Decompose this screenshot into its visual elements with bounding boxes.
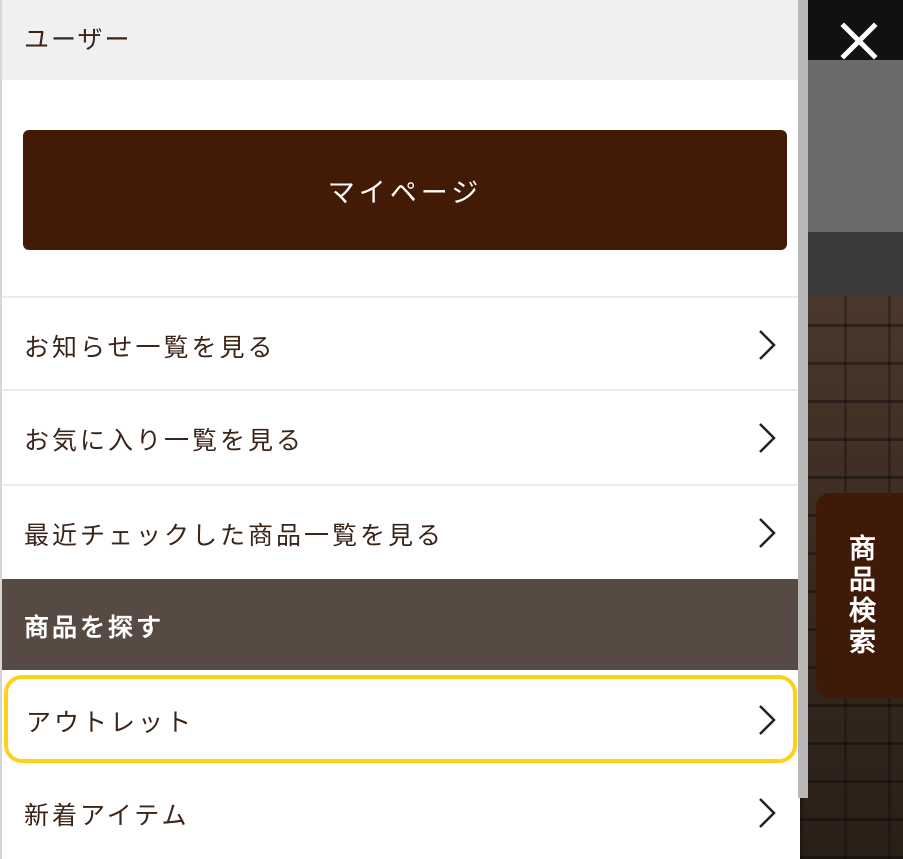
background-strip <box>800 232 903 296</box>
product-search-tab[interactable]: 商品検索 <box>816 493 903 698</box>
chevron-right-icon <box>759 518 776 548</box>
chevron-right-icon <box>759 798 776 828</box>
background-page <box>800 0 903 859</box>
user-section-header: ユーザー <box>2 0 800 80</box>
product-search-section-header: 商品を探す <box>2 579 802 670</box>
menu-item-label: お気に入り一覧を見る <box>24 426 305 455</box>
menu-item-recently-viewed[interactable]: 最近チェックした商品一覧を見る <box>2 484 800 577</box>
drawer-scrollbar[interactable] <box>798 0 808 798</box>
close-button[interactable] <box>826 14 890 70</box>
background-banner <box>800 60 903 232</box>
chevron-right-icon <box>759 330 776 360</box>
section-title: 商品を探す <box>24 613 165 642</box>
mypage-button[interactable]: マイページ <box>23 130 787 250</box>
close-icon <box>840 22 878 60</box>
menu-item-favorites[interactable]: お気に入り一覧を見る <box>2 389 800 482</box>
side-drawer: ユーザー マイページ お知らせ一覧を見る お気に入り一覧を見る 最近チェックした… <box>0 0 802 859</box>
menu-item-label: お知らせ一覧を見る <box>24 333 276 362</box>
menu-item-label: 新着アイテム <box>24 801 190 830</box>
chevron-right-icon <box>759 423 776 453</box>
menu-item-outlet[interactable]: アウトレット <box>4 675 797 763</box>
menu-item-label: アウトレット <box>26 708 195 737</box>
user-section-title: ユーザー <box>24 25 132 54</box>
product-search-tab-label: 商品検索 <box>844 533 875 658</box>
menu-item-label: 最近チェックした商品一覧を見る <box>24 521 445 550</box>
chevron-right-icon <box>759 705 776 735</box>
menu-item-notifications[interactable]: お知らせ一覧を見る <box>2 296 800 389</box>
menu-item-new-arrivals[interactable]: 新着アイテム <box>2 766 800 859</box>
